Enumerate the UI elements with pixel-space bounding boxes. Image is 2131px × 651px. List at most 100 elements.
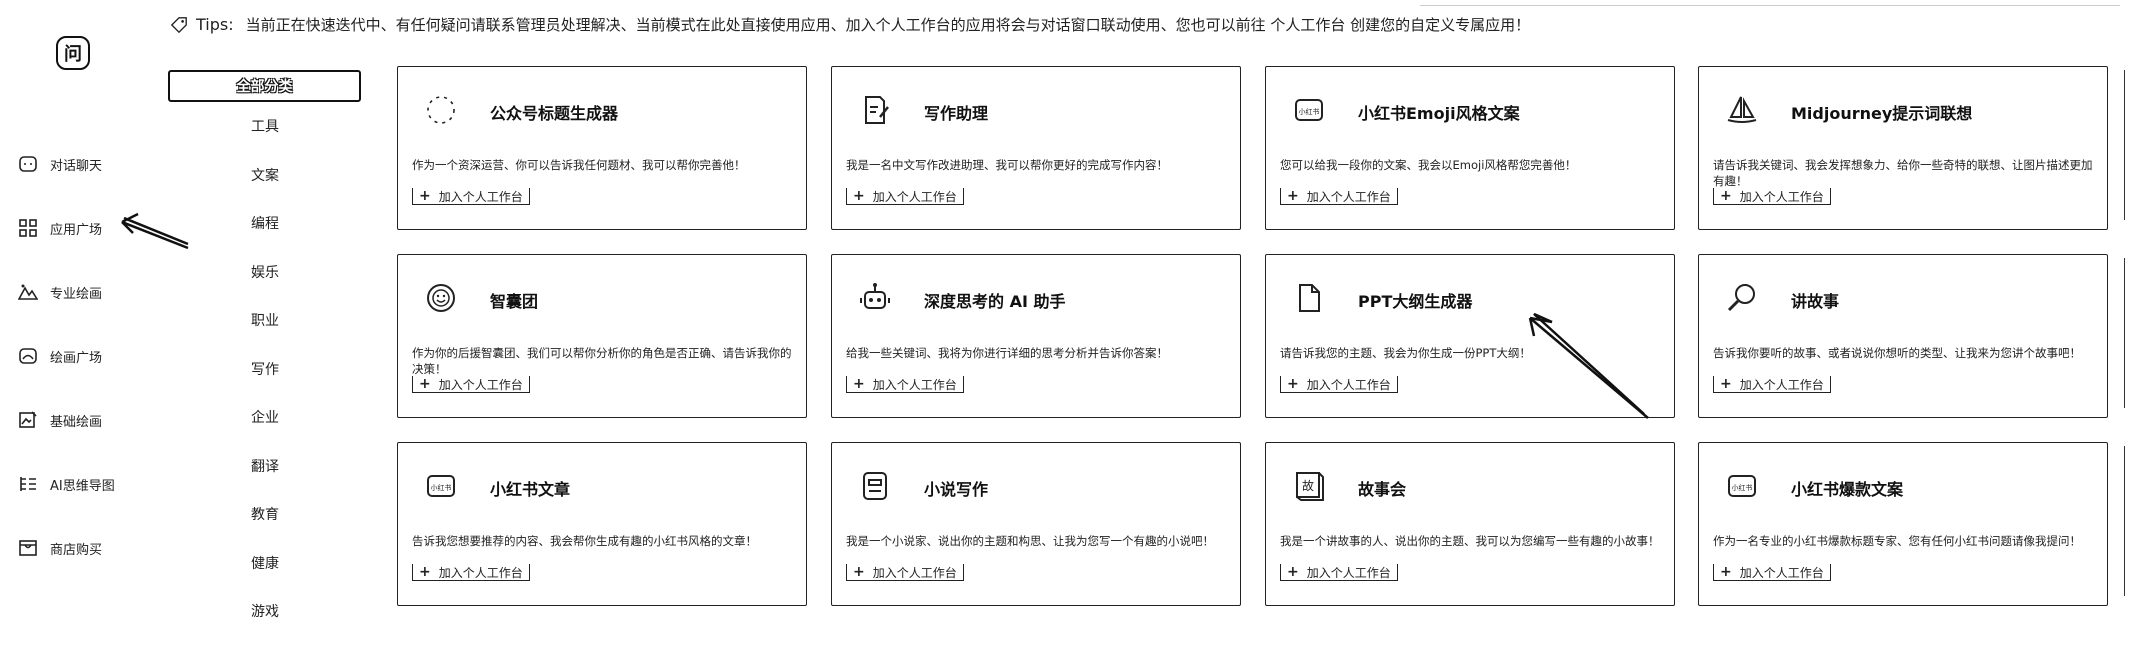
plus-icon: +	[1720, 376, 1732, 392]
add-to-workspace-button[interactable]: + 加入个人工作台	[846, 563, 964, 581]
add-to-workspace-label: 加入个人工作台	[872, 375, 957, 393]
add-to-workspace-button[interactable]: + 加入个人工作台	[1280, 563, 1398, 581]
add-to-workspace-label: 加入个人工作台	[1739, 563, 1824, 581]
add-to-workspace-button[interactable]: + 加入个人工作台	[412, 563, 530, 581]
add-to-workspace-label: 加入个人工作台	[1739, 375, 1824, 393]
card-title: 写作助理	[924, 104, 989, 123]
card-description: 作为你的后援智囊团、我们可以帮你分析你的角色是否正确、请告诉我你的决策！	[412, 346, 792, 376]
story-book-icon: 故	[1292, 469, 1326, 503]
add-to-workspace-label: 加入个人工作台	[872, 187, 957, 205]
sailboat-icon	[1725, 93, 1759, 127]
category-item[interactable]: 编程	[168, 214, 361, 263]
card-title: 深度思考的 AI 助手	[924, 292, 1066, 311]
icon-text: 小红书	[431, 483, 452, 492]
grid-icon	[19, 219, 37, 237]
add-to-workspace-button[interactable]: + 加入个人工作台	[1713, 563, 1831, 581]
xiaohongshu-icon: 小红书	[424, 469, 458, 503]
category-item[interactable]: 企业	[168, 408, 361, 457]
category-all-button[interactable]: 全部分类	[168, 70, 361, 102]
nav-item-label: 对话聊天	[50, 158, 103, 174]
category-item[interactable]: 职业	[168, 311, 361, 360]
add-to-workspace-button[interactable]: + 加入个人工作台	[412, 375, 530, 393]
card-title: 公众号标题生成器	[490, 104, 619, 123]
category-item[interactable]: 写作	[168, 360, 361, 409]
category-item[interactable]: 教育	[168, 505, 361, 554]
app-card[interactable]: 写作助理 我是一名中文写作改进助理、我可以帮你更好的完成写作内容！ + 加入个人工…	[831, 66, 1241, 230]
category-item[interactable]: 翻译	[168, 457, 361, 506]
right-edge-line	[2124, 70, 2125, 220]
add-to-workspace-label: 加入个人工作台	[1306, 563, 1391, 581]
category-item[interactable]: 健康	[168, 554, 361, 603]
add-to-workspace-button[interactable]: + 加入个人工作台	[1713, 187, 1831, 205]
nav-item-label: 商店购买	[50, 542, 103, 558]
plus-icon: +	[419, 188, 431, 204]
tips-text: 当前正在快速迭代中、有任何疑问请联系管理员处理解决、当前模式在此处直接使用应用、…	[245, 16, 1531, 34]
app-card[interactable]: 小红书 小红书Emoji风格文案 您可以给我一段你的文案、我会以Emoji风格帮…	[1265, 66, 1675, 230]
category-item[interactable]: 游戏	[168, 602, 361, 651]
card-description: 请告诉我您的主题、我会为你生成一份PPT大纲！	[1280, 346, 1531, 360]
app-card[interactable]: 公众号标题生成器 作为一个资深运营、你可以告诉我任何题材、我可以帮你完善他！ +…	[397, 66, 807, 230]
plus-icon: +	[853, 564, 865, 580]
xiaohongshu-icon: 小红书	[1292, 93, 1326, 127]
app-card[interactable]: 深度思考的 AI 助手 给我一些关键词、我将为你进行详细的思考分析并告诉你答案！…	[831, 254, 1241, 418]
nav-item-mindmap[interactable]: AI思维导图	[18, 452, 115, 516]
plus-icon: +	[1287, 564, 1299, 580]
add-to-workspace-label: 加入个人工作台	[438, 187, 523, 205]
smile-icon	[424, 281, 458, 315]
category-item[interactable]: 娱乐	[168, 263, 361, 312]
app-card[interactable]: 小说写作 我是一个小说家、说出你的主题和构思、让我为您写一个有趣的小说吧！ + 加…	[831, 442, 1241, 606]
nav-item-label: 应用广场	[50, 222, 103, 238]
mountain-icon	[18, 284, 38, 300]
file-icon	[1292, 281, 1326, 315]
nav-item-pro-drawing[interactable]: 专业绘画	[18, 260, 115, 324]
card-title: 智囊团	[490, 292, 539, 311]
nav-item-basic-drawing[interactable]: 基础绘画	[18, 388, 115, 452]
chat-icon	[19, 156, 37, 172]
card-description: 告诉我您想要推荐的内容、我会帮你生成有趣的小红书风格的文章！	[412, 534, 757, 548]
card-description: 我是一名中文写作改进助理、我可以帮你更好的完成写作内容！	[846, 158, 1168, 172]
add-to-workspace-button[interactable]: + 加入个人工作台	[846, 375, 964, 393]
app-card[interactable]: 小红书 小红书爆款文案 作为一名专业的小红书爆款标题专家、您有任何小红书问题请像…	[1698, 442, 2108, 606]
nav-item-label: 基础绘画	[50, 414, 103, 430]
nav-item-app-square[interactable]: 应用广场	[18, 196, 115, 260]
add-to-workspace-label: 加入个人工作台	[1306, 187, 1391, 205]
top-divider	[1420, 5, 2120, 6]
plus-icon: +	[853, 376, 865, 392]
nav-item-drawing-square[interactable]: 绘画广场	[18, 324, 115, 388]
category-item[interactable]: 文案	[168, 166, 361, 215]
category-item[interactable]: 工具	[168, 117, 361, 166]
app-card[interactable]: 故 故事会 我是一个讲故事的人、说出你的主题、我可以为您编写一些有趣的小故事！ …	[1265, 442, 1675, 606]
add-to-workspace-label: 加入个人工作台	[1739, 187, 1824, 205]
plus-icon: +	[1720, 564, 1732, 580]
app-card[interactable]: 小红书 小红书文章 告诉我您想要推荐的内容、我会帮你生成有趣的小红书风格的文章！…	[397, 442, 807, 606]
add-to-workspace-button[interactable]: + 加入个人工作台	[412, 187, 530, 205]
plus-icon: +	[853, 188, 865, 204]
app-card[interactable]: 讲故事 告诉我你要听的故事、或者说说你想听的类型、让我来为您讲个故事吧！ + 加入…	[1698, 254, 2108, 418]
nav-item-label: AI思维导图	[50, 478, 115, 494]
add-to-workspace-button[interactable]: + 加入个人工作台	[846, 187, 964, 205]
tips-bar: Tips: 当前正在快速迭代中、有任何疑问请联系管理员处理解决、当前模式在此处直…	[170, 14, 1530, 35]
xiaohongshu-icon: 小红书	[1725, 469, 1759, 503]
robot-icon	[858, 281, 892, 315]
right-edge-line	[2124, 446, 2125, 596]
right-edge-line	[2124, 258, 2125, 408]
add-to-workspace-button[interactable]: + 加入个人工作台	[1713, 375, 1831, 393]
logo-glyph: 问	[64, 44, 82, 65]
card-description: 请告诉我关键词、我会发挥想象力、给你一些奇特的联想、让图片描述更加有趣！	[1713, 158, 2093, 188]
dotted-circle-icon	[424, 93, 458, 127]
app-card[interactable]: 智囊团 作为你的后援智囊团、我们可以帮你分析你的角色是否正确、请告诉我你的决策！…	[397, 254, 807, 418]
add-to-workspace-label: 加入个人工作台	[438, 563, 523, 581]
category-list: 全部分类 工具 文案 编程 娱乐 职业 写作 企业 翻译 教育 健康 游戏	[168, 70, 361, 651]
add-to-workspace-button[interactable]: + 加入个人工作台	[1280, 375, 1398, 393]
nav-item-shop[interactable]: 商店购买	[18, 516, 115, 580]
card-title: PPT大纲生成器	[1358, 292, 1473, 311]
gallery-icon	[19, 348, 37, 364]
card-description: 作为一个资深运营、你可以告诉我任何题材、我可以帮你完善他！	[412, 158, 746, 172]
app-card[interactable]: Midjourney提示词联想 请告诉我关键词、我会发挥想象力、给你一些奇特的联…	[1698, 66, 2108, 230]
card-title: 故事会	[1358, 480, 1407, 499]
app-card[interactable]: PPT大纲生成器 请告诉我您的主题、我会为你生成一份PPT大纲！ + 加入个人工作…	[1265, 254, 1675, 418]
app-logo[interactable]: 问	[56, 36, 90, 70]
add-to-workspace-button[interactable]: + 加入个人工作台	[1280, 187, 1398, 205]
plus-icon: +	[1287, 376, 1299, 392]
nav-item-chat[interactable]: 对话聊天	[18, 132, 115, 196]
